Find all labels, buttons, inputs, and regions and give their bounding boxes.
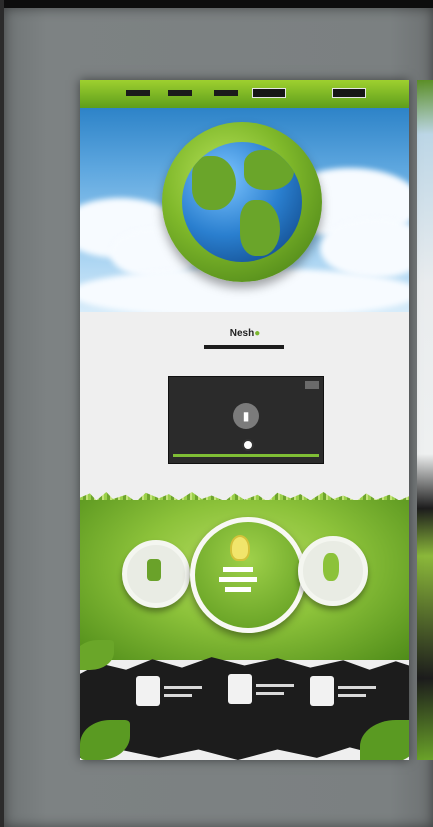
- close-icon[interactable]: [305, 381, 319, 389]
- document-icon[interactable]: [310, 676, 334, 706]
- play-glyph: ▮: [242, 409, 250, 423]
- progress-bar[interactable]: [173, 454, 319, 457]
- feature-circle-left[interactable]: [122, 540, 190, 608]
- leaf-decoration: [80, 640, 114, 670]
- lightbulb-icon: [230, 535, 250, 561]
- video-player[interactable]: ▮: [168, 376, 324, 464]
- feature-circle-right[interactable]: [298, 536, 368, 606]
- feature-circle-main[interactable]: [190, 517, 306, 633]
- feature-bar-2: [219, 577, 257, 582]
- service-text-2: [256, 692, 284, 695]
- document-icon[interactable]: [136, 676, 160, 706]
- nav-item-3[interactable]: [214, 90, 238, 96]
- tree-icon: [323, 553, 339, 581]
- service-label-2: [256, 684, 294, 687]
- person-icon: [147, 559, 161, 581]
- nav-search-box[interactable]: [252, 88, 286, 98]
- cloud: [320, 218, 409, 278]
- play-icon[interactable]: ▮: [233, 403, 259, 429]
- adjacent-mockup-preview: [417, 80, 433, 760]
- feature-bar-1: [223, 567, 253, 572]
- logo-text-main: Nesh: [229, 328, 255, 339]
- service-label-1: [164, 686, 202, 689]
- service-label-3: [338, 686, 376, 689]
- nav-item-1[interactable]: [126, 90, 150, 96]
- nav-dropdown-box[interactable]: [332, 88, 366, 98]
- website-mockup: Nesh● ▮: [80, 80, 409, 760]
- nav-item-2[interactable]: [168, 90, 192, 96]
- logo-text-accent: ●: [254, 328, 261, 339]
- progress-marker[interactable]: [242, 439, 254, 451]
- service-text-3: [338, 694, 366, 697]
- site-logo[interactable]: Nesh●: [200, 328, 290, 339]
- document-icon[interactable]: [228, 674, 252, 704]
- feature-bar-3: [225, 587, 251, 592]
- logo-underline: [204, 345, 284, 349]
- service-text-1: [164, 694, 192, 697]
- globe-icon-earth: [182, 142, 302, 262]
